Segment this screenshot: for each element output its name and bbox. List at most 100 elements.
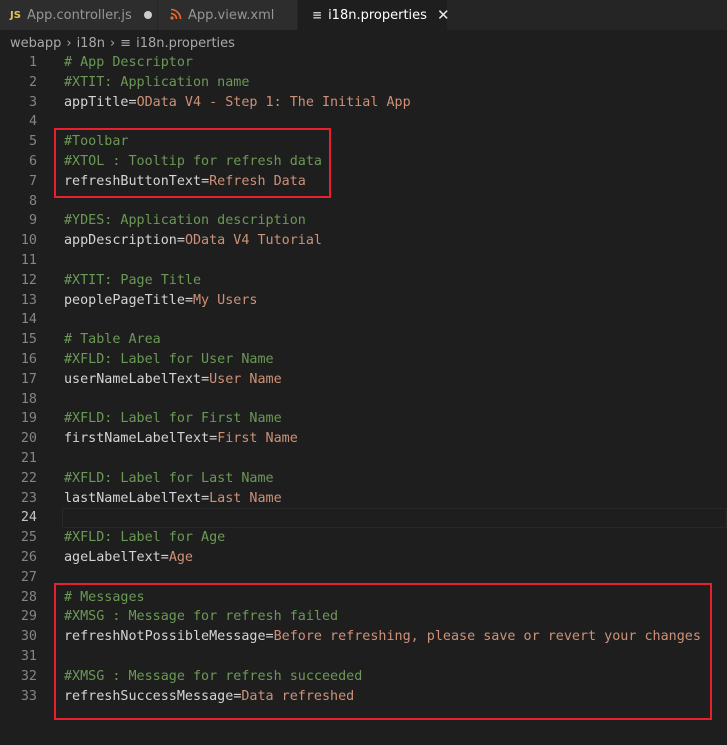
- comment-text: #XTIT: Application name: [64, 74, 250, 90]
- comment-text: # Table Area: [64, 332, 161, 348]
- code-line[interactable]: 12 #XTIT: Page Title: [0, 271, 727, 291]
- code-line[interactable]: 10 appDescription=OData V4 Tutorial: [0, 231, 727, 251]
- line-content: #XTOL : Tooltip for refresh data: [64, 152, 322, 172]
- line-number: 23: [20, 490, 37, 506]
- line-number: 3: [28, 94, 37, 110]
- code-line[interactable]: 30 refreshNotPossibleMessage=Before refre…: [0, 627, 727, 647]
- tab-app-controller[interactable]: JS App.controller.js: [0, 0, 158, 30]
- equals-sign: =: [265, 629, 274, 645]
- code-line[interactable]: 21: [0, 449, 727, 469]
- code-line[interactable]: 18: [0, 390, 727, 410]
- comment-text: #Toolbar: [64, 134, 129, 150]
- code-line[interactable]: 7 refreshButtonText=Refresh Data: [0, 172, 727, 192]
- code-line[interactable]: 27: [0, 568, 727, 588]
- line-content: lastNameLabelText=Last Name: [64, 489, 282, 509]
- javascript-file-icon: JS: [10, 9, 21, 21]
- code-line[interactable]: 11: [0, 251, 727, 271]
- line-content: #XMSG : Message for refresh succeeded: [64, 667, 362, 687]
- line-content: appTitle=OData V4 - Step 1: The Initial …: [64, 93, 411, 113]
- code-line[interactable]: 19 #XFLD: Label for First Name: [0, 409, 727, 429]
- line-number: 19: [20, 411, 37, 427]
- code-line[interactable]: 33 refreshSuccessMessage=Data refreshed: [0, 687, 727, 707]
- line-number: 26: [20, 549, 37, 565]
- line-number: 21: [20, 450, 37, 466]
- properties-file-icon: ≡: [120, 35, 132, 51]
- code-line[interactable]: 23 lastNameLabelText=Last Name: [0, 489, 727, 509]
- unsaved-changes-dot-icon[interactable]: [143, 11, 152, 19]
- property-key: ageLabelText: [64, 549, 161, 565]
- breadcrumb-item-webapp[interactable]: webapp: [10, 36, 61, 51]
- equals-sign: =: [176, 233, 185, 249]
- code-line[interactable]: 25 #XFLD: Label for Age: [0, 528, 727, 548]
- line-content: #XMSG : Message for refresh failed: [64, 607, 338, 627]
- properties-file-icon: ≡: [312, 8, 323, 22]
- tab-i18n-properties[interactable]: ≡ i18n.properties ✕: [298, 0, 450, 30]
- line-content: #XTIT: Application name: [64, 73, 249, 93]
- code-line[interactable]: 29 #XMSG : Message for refresh failed: [0, 607, 727, 627]
- code-line[interactable]: 22 #XFLD: Label for Last Name: [0, 469, 727, 489]
- comment-text: #XTOL : Tooltip for refresh data: [64, 153, 322, 169]
- line-number: 28: [20, 589, 37, 605]
- comment-text: #XTIT: Page Title: [64, 272, 202, 288]
- property-key: appTitle: [64, 94, 129, 110]
- equals-sign: =: [209, 431, 218, 447]
- line-content: peoplePageTitle=My Users: [64, 291, 258, 311]
- code-line[interactable]: 26 ageLabelText=Age: [0, 548, 727, 568]
- line-number: 30: [20, 629, 37, 645]
- breadcrumb-item-i18n[interactable]: i18n: [77, 36, 105, 51]
- line-number: 14: [20, 312, 37, 328]
- property-key: refreshButtonText: [64, 173, 202, 189]
- tab-app-view[interactable]: App.view.xml: [158, 0, 298, 30]
- close-icon[interactable]: ✕: [437, 6, 450, 24]
- code-line[interactable]: 20 firstNameLabelText=First Name: [0, 429, 727, 449]
- property-key: userNameLabelText: [64, 371, 202, 387]
- comment-text: #XFLD: Label for User Name: [64, 351, 274, 367]
- line-content: #XFLD: Label for Last Name: [64, 469, 274, 489]
- line-number: 31: [20, 648, 37, 664]
- code-line[interactable]: 4: [0, 112, 727, 132]
- code-line[interactable]: 24: [0, 508, 727, 528]
- code-line[interactable]: 32 #XMSG : Message for refresh succeeded: [0, 667, 727, 687]
- code-line[interactable]: 3 appTitle=OData V4 - Step 1: The Initial…: [0, 93, 727, 113]
- equals-sign: =: [201, 490, 210, 506]
- code-editor[interactable]: 1 # App Descriptor 2 #XTIT: Application nam…: [0, 53, 727, 706]
- comment-text: #XMSG : Message for refresh failed: [64, 609, 339, 625]
- breadcrumb-item-file[interactable]: i18n.properties: [136, 36, 235, 51]
- code-line[interactable]: 31: [0, 647, 727, 667]
- code-line[interactable]: 13 peoplePageTitle=My Users: [0, 291, 727, 311]
- comment-text: #XFLD: Label for Age: [64, 530, 226, 546]
- tab-label: App.controller.js: [26, 7, 132, 23]
- code-line[interactable]: 1 # App Descriptor: [0, 53, 727, 73]
- code-line[interactable]: 8: [0, 192, 727, 212]
- tab-label: i18n.properties: [328, 7, 427, 23]
- line-number: 4: [28, 114, 37, 130]
- code-line[interactable]: 6 #XTOL : Tooltip for refresh data: [0, 152, 727, 172]
- code-line[interactable]: 2 #XTIT: Application name: [0, 73, 727, 93]
- line-content: #XFLD: Label for First Name: [64, 409, 282, 429]
- code-line[interactable]: 17 userNameLabelText=User Name: [0, 370, 727, 390]
- line-number: 2: [28, 74, 37, 90]
- line-content: refreshSuccessMessage=Data refreshed: [64, 687, 354, 707]
- code-line[interactable]: 15 # Table Area: [0, 330, 727, 350]
- line-number: 24: [20, 510, 37, 526]
- equals-sign: =: [201, 371, 210, 387]
- code-line[interactable]: 5 #Toolbar: [0, 132, 727, 152]
- line-content: ageLabelText=Age: [64, 548, 193, 568]
- line-content: # Messages: [64, 588, 145, 608]
- line-number: 22: [20, 470, 37, 486]
- line-number: 33: [20, 688, 37, 704]
- line-number: 18: [20, 391, 37, 407]
- code-line[interactable]: 9 #YDES: Application description: [0, 211, 727, 231]
- line-content: userNameLabelText=User Name: [64, 370, 282, 390]
- code-line[interactable]: 14: [0, 310, 727, 330]
- property-value: OData V4 - Step 1: The Initial App: [136, 94, 411, 110]
- equals-sign: =: [201, 173, 210, 189]
- code-line[interactable]: 28 # Messages: [0, 588, 727, 608]
- line-number: 25: [20, 530, 37, 546]
- line-content: appDescription=OData V4 Tutorial: [64, 231, 322, 251]
- line-number: 32: [20, 668, 37, 684]
- line-number: 5: [28, 134, 37, 150]
- tab-label: App.view.xml: [188, 7, 275, 23]
- line-content: #XFLD: Label for User Name: [64, 350, 274, 370]
- code-line[interactable]: 16 #XFLD: Label for User Name: [0, 350, 727, 370]
